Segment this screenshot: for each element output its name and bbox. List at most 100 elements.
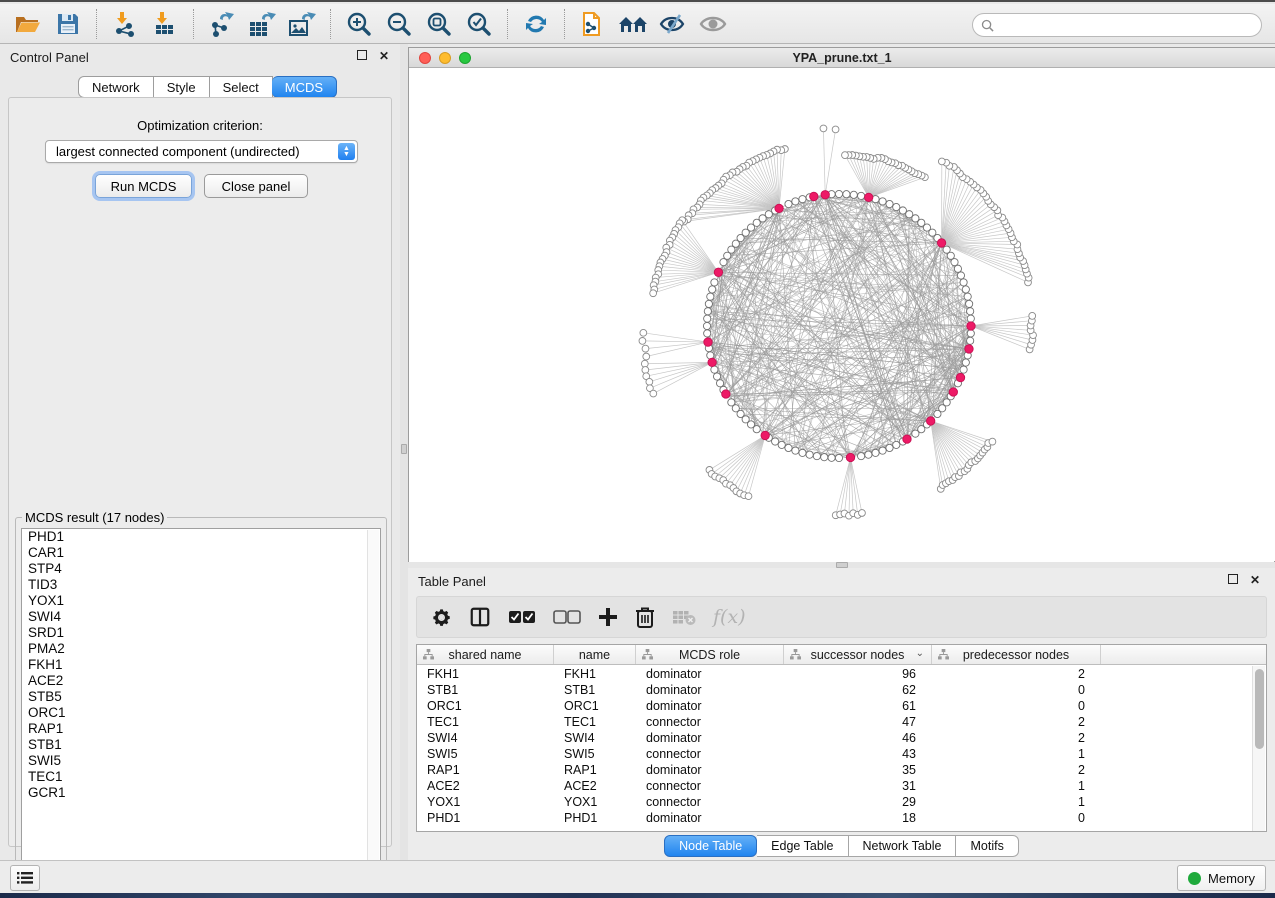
divider-grip[interactable] xyxy=(401,444,407,454)
tree-icon xyxy=(423,649,434,660)
table-scrollbar[interactable] xyxy=(1252,666,1265,831)
mcds-result-list[interactable]: PHD1 CAR1 STP4 TID3 YOX1 SWI4 SRD1 PMA2 … xyxy=(21,528,381,878)
show-columns-icon[interactable] xyxy=(469,606,491,628)
hide-eye-icon[interactable] xyxy=(653,7,693,41)
scrollbar-thumb[interactable] xyxy=(1255,669,1264,749)
column-header-mcds-role[interactable]: MCDS role xyxy=(636,645,784,664)
memory-button[interactable]: Memory xyxy=(1177,865,1266,891)
list-item[interactable]: ACE2 xyxy=(22,673,380,689)
network-canvas[interactable] xyxy=(409,69,1274,562)
list-item[interactable]: SWI4 xyxy=(22,609,380,625)
table-row[interactable]: ORC1ORC1dominator610 xyxy=(417,698,1253,714)
table-row[interactable]: YOX1YOX1connector291 xyxy=(417,794,1253,810)
column-header-predecessor-nodes[interactable]: predecessor nodes xyxy=(932,645,1101,664)
tab-node-table[interactable]: Node Table xyxy=(664,835,757,857)
houses-icon[interactable] xyxy=(613,7,653,41)
list-item[interactable]: STB1 xyxy=(22,737,380,753)
export-network-icon[interactable] xyxy=(202,7,242,41)
list-item[interactable]: SRD1 xyxy=(22,625,380,641)
network-window-titlebar[interactable]: YPA_prune.txt_1 xyxy=(409,48,1275,68)
float-panel-icon[interactable] xyxy=(356,50,368,62)
share-document-icon[interactable] xyxy=(573,7,613,41)
criterion-value: largest connected component (undirected) xyxy=(56,144,300,159)
close-panel-icon[interactable]: ✕ xyxy=(378,50,390,62)
delete-table-icon[interactable] xyxy=(672,609,696,625)
list-item[interactable]: RAP1 xyxy=(22,721,380,737)
refresh-icon[interactable] xyxy=(516,7,556,41)
run-mcds-button[interactable]: Run MCDS xyxy=(95,174,192,198)
list-item[interactable]: STB5 xyxy=(22,689,380,705)
table-header: shared name name MCDS role successor nod… xyxy=(417,645,1266,665)
tree-icon xyxy=(790,649,801,660)
export-table-icon[interactable] xyxy=(242,7,282,41)
node-table: shared name name MCDS role successor nod… xyxy=(416,644,1267,832)
task-history-button[interactable] xyxy=(10,865,40,891)
list-item[interactable]: ORC1 xyxy=(22,705,380,721)
zoom-selected-icon[interactable] xyxy=(459,7,499,41)
select-stepper-icon: ▲▼ xyxy=(338,143,355,160)
tab-network-table[interactable]: Network Table xyxy=(849,835,957,857)
tab-network[interactable]: Network xyxy=(78,76,154,98)
import-table-icon[interactable] xyxy=(145,7,185,41)
show-eye-icon[interactable] xyxy=(693,7,733,41)
search-input[interactable] xyxy=(994,15,1261,35)
zoom-in-icon[interactable] xyxy=(339,7,379,41)
vertical-split-divider[interactable] xyxy=(400,44,408,860)
import-network-icon[interactable] xyxy=(105,7,145,41)
table-row[interactable]: FKH1FKH1dominator962 xyxy=(417,666,1253,682)
table-row[interactable]: SWI4SWI4dominator462 xyxy=(417,730,1253,746)
table-row[interactable]: ACE2ACE2connector311 xyxy=(417,778,1253,794)
optimization-criterion-label: Optimization criterion: xyxy=(9,118,391,133)
list-item[interactable]: TEC1 xyxy=(22,769,380,785)
list-item[interactable]: TID3 xyxy=(22,577,380,593)
close-panel-button[interactable]: Close panel xyxy=(204,174,308,198)
list-item[interactable]: PHD1 xyxy=(22,529,380,545)
table-toolbar: f(x) xyxy=(416,596,1267,638)
list-item[interactable]: CAR1 xyxy=(22,545,380,561)
table-row[interactable]: RAP1RAP1dominator352 xyxy=(417,762,1253,778)
save-session-icon[interactable] xyxy=(48,7,88,41)
table-panel-title: Table Panel xyxy=(418,574,486,589)
control-panel-tabs: Network Style Select MCDS xyxy=(78,76,337,98)
column-header-successor-nodes[interactable]: successor nodes ⌄ xyxy=(784,645,932,664)
add-row-icon[interactable] xyxy=(598,607,618,627)
open-file-icon[interactable] xyxy=(8,7,48,41)
column-header-shared-name[interactable]: shared name xyxy=(417,645,554,664)
list-item[interactable]: STP4 xyxy=(22,561,380,577)
column-header-name[interactable]: name xyxy=(554,645,636,664)
desktop-background xyxy=(0,893,1275,898)
search-icon xyxy=(981,19,994,32)
float-panel-icon[interactable] xyxy=(1227,574,1239,586)
table-row[interactable]: TEC1TEC1connector472 xyxy=(417,714,1253,730)
gear-icon[interactable] xyxy=(431,607,452,628)
zoom-out-icon[interactable] xyxy=(379,7,419,41)
network-graph xyxy=(409,69,1274,562)
search-box[interactable] xyxy=(972,13,1262,37)
zoom-fit-icon[interactable] xyxy=(419,7,459,41)
function-builder-icon[interactable]: f(x) xyxy=(713,606,746,628)
list-item[interactable]: SWI5 xyxy=(22,753,380,769)
criterion-select[interactable]: largest connected component (undirected)… xyxy=(45,140,358,163)
list-item[interactable]: YOX1 xyxy=(22,593,380,609)
table-row[interactable]: SWI5SWI5connector431 xyxy=(417,746,1253,762)
list-scrollbar[interactable] xyxy=(367,530,379,878)
tree-icon xyxy=(642,649,653,660)
table-row[interactable]: PHD1PHD1dominator180 xyxy=(417,810,1253,826)
select-all-icon[interactable] xyxy=(508,609,536,625)
control-panel-titlebar: Control Panel ✕ xyxy=(0,44,400,70)
delete-icon[interactable] xyxy=(635,606,655,628)
tab-style[interactable]: Style xyxy=(154,76,210,98)
close-panel-icon[interactable]: ✕ xyxy=(1249,574,1261,586)
deselect-all-icon[interactable] xyxy=(553,609,581,625)
tab-select[interactable]: Select xyxy=(210,76,273,98)
tab-mcds[interactable]: MCDS xyxy=(272,76,337,98)
list-item[interactable]: PMA2 xyxy=(22,641,380,657)
network-window: YPA_prune.txt_1 xyxy=(408,47,1275,562)
list-item[interactable]: GCR1 xyxy=(22,785,380,801)
list-item[interactable]: FKH1 xyxy=(22,657,380,673)
export-image-icon[interactable] xyxy=(282,7,322,41)
tab-motifs[interactable]: Motifs xyxy=(956,835,1018,857)
table-panel-tabs: Node Table Edge Table Network Table Moti… xyxy=(408,835,1275,857)
tab-edge-table[interactable]: Edge Table xyxy=(757,835,848,857)
table-row[interactable]: STB1STB1dominator620 xyxy=(417,682,1253,698)
